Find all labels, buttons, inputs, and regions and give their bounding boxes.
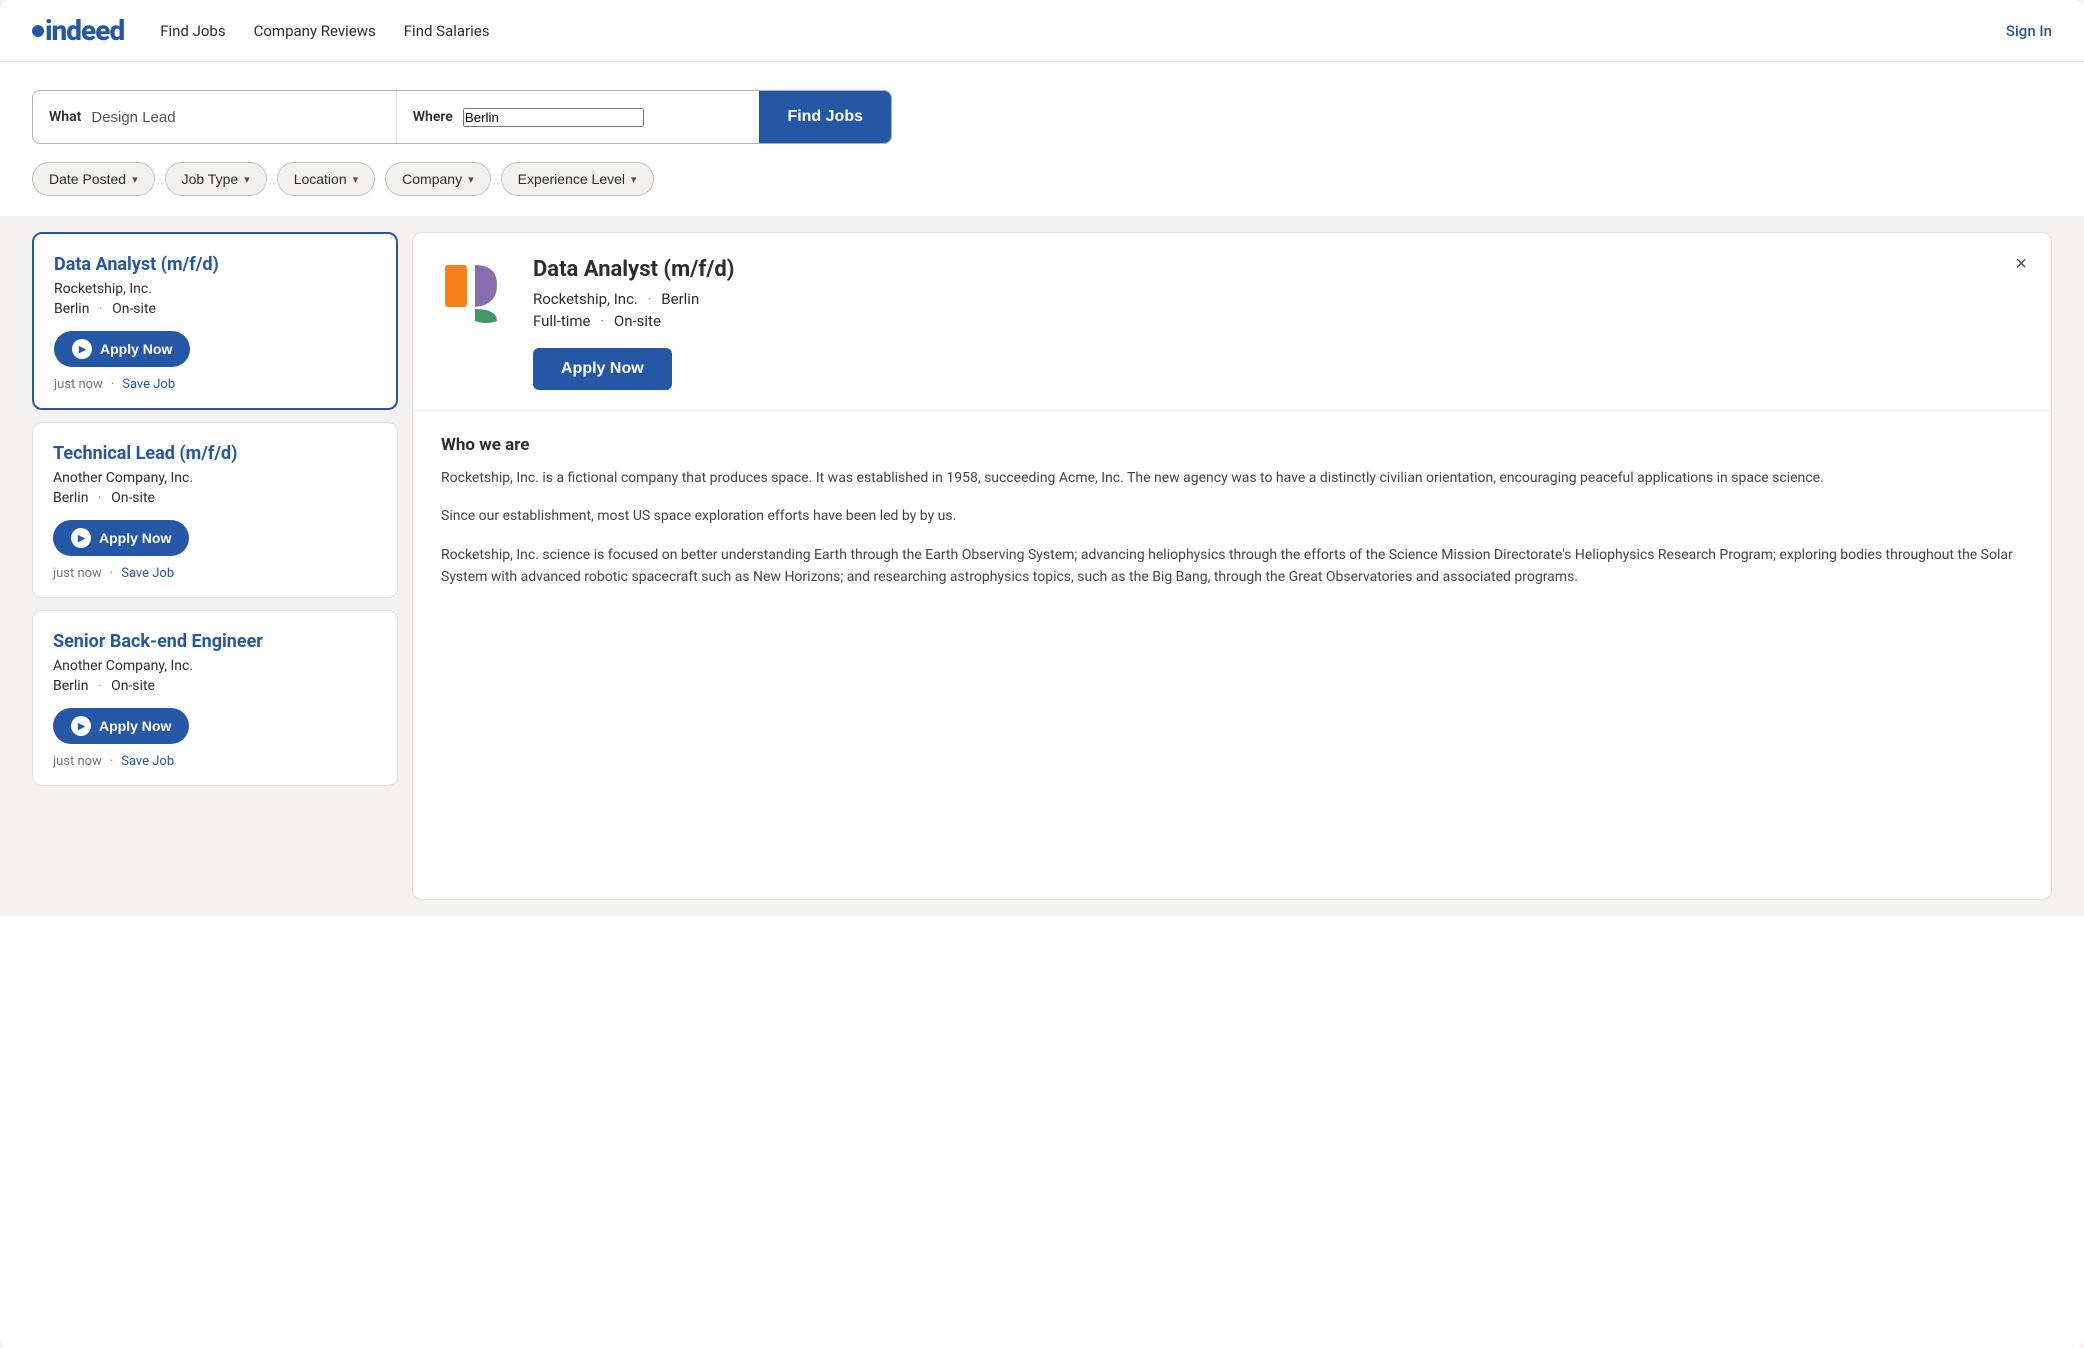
- job-card-1[interactable]: Data Analyst (m/f/d) Rocketship, Inc. Be…: [32, 232, 398, 410]
- job-location-2: Berlin · On-site: [53, 490, 377, 506]
- job-meta-1: just now · Save Job: [54, 377, 376, 392]
- main-nav: Find Jobs Company Reviews Find Salaries: [160, 18, 2006, 44]
- filter-location[interactable]: Location ▾: [277, 162, 375, 196]
- search-section: What Where Find Jobs: [0, 62, 2084, 162]
- job-location-3: Berlin · On-site: [53, 678, 377, 694]
- filters-bar: Date Posted ▾ Job Type ▾ Location ▾ Comp…: [0, 162, 2084, 216]
- apply-icon-1: [72, 339, 92, 359]
- header: indeed Find Jobs Company Reviews Find Sa…: [0, 0, 2084, 62]
- job-detail-panel: Data Analyst (m/f/d) Rocketship, Inc. · …: [412, 232, 2052, 900]
- what-field: What: [33, 91, 397, 143]
- company-logo: [441, 257, 513, 329]
- job-worktype-3: On-site: [111, 678, 155, 694]
- chevron-down-icon: ▾: [244, 173, 250, 186]
- detail-header: Data Analyst (m/f/d) Rocketship, Inc. · …: [413, 233, 2051, 411]
- filter-company[interactable]: Company ▾: [385, 162, 490, 196]
- job-posted-1: just now: [54, 377, 103, 392]
- separator: ·: [98, 490, 102, 506]
- location-input[interactable]: [463, 108, 644, 127]
- apply-now-button-2[interactable]: Apply Now: [53, 520, 189, 556]
- filter-date-posted-label: Date Posted: [49, 171, 126, 187]
- search-input[interactable]: [91, 109, 379, 126]
- filter-date-posted[interactable]: Date Posted ▾: [32, 162, 155, 196]
- apply-label-3: Apply Now: [99, 718, 171, 734]
- job-location-text-3: Berlin: [53, 678, 88, 694]
- job-title-2: Technical Lead (m/f/d): [53, 443, 377, 464]
- main-content: Data Analyst (m/f/d) Rocketship, Inc. Be…: [0, 216, 2084, 916]
- filter-experience-level[interactable]: Experience Level ▾: [501, 162, 654, 196]
- apply-now-button-3[interactable]: Apply Now: [53, 708, 189, 744]
- filter-location-label: Location: [294, 171, 347, 187]
- nav-find-jobs[interactable]: Find Jobs: [160, 18, 225, 44]
- who-we-are-paragraph-3: Rocketship, Inc. science is focused on b…: [441, 544, 2023, 589]
- find-jobs-button[interactable]: Find Jobs: [759, 91, 891, 143]
- job-company-3: Another Company, Inc.: [53, 658, 377, 674]
- detail-body: Who we are Rocketship, Inc. is a fiction…: [413, 411, 2051, 899]
- job-company-1: Rocketship, Inc.: [54, 281, 376, 297]
- job-list: Data Analyst (m/f/d) Rocketship, Inc. Be…: [32, 232, 412, 900]
- indeed-logo[interactable]: indeed: [32, 14, 124, 47]
- job-company-2: Another Company, Inc.: [53, 470, 377, 486]
- detail-title-block: Data Analyst (m/f/d) Rocketship, Inc. · …: [533, 257, 2023, 390]
- job-posted-3: just now: [53, 754, 102, 769]
- what-label: What: [49, 109, 81, 125]
- detail-job-type: Full-time: [533, 312, 591, 330]
- meta-sep-3: ·: [110, 754, 113, 769]
- chevron-down-icon: ▾: [353, 173, 359, 186]
- apply-label-1: Apply Now: [100, 341, 172, 357]
- detail-job-title: Data Analyst (m/f/d): [533, 257, 2023, 282]
- where-field: Where: [397, 91, 760, 143]
- chevron-down-icon: ▾: [631, 173, 637, 186]
- apply-label-2: Apply Now: [99, 530, 171, 546]
- separator: ·: [98, 678, 102, 694]
- job-location-1: Berlin · On-site: [54, 301, 376, 317]
- detail-company: Rocketship, Inc.: [533, 290, 638, 308]
- sign-in-link[interactable]: Sign In: [2006, 22, 2052, 40]
- save-job-link-1[interactable]: Save Job: [122, 377, 175, 392]
- where-label: Where: [413, 109, 453, 125]
- job-meta-3: just now · Save Job: [53, 754, 377, 769]
- job-location-text-2: Berlin: [53, 490, 88, 506]
- apply-icon-2: [71, 528, 91, 548]
- job-location-text-1: Berlin: [54, 301, 89, 317]
- detail-work-type: On-site: [614, 312, 661, 330]
- nav-company-reviews[interactable]: Company Reviews: [254, 18, 376, 44]
- who-we-are-paragraph-1: Rocketship, Inc. is a fictional company …: [441, 467, 2023, 489]
- filter-experience-level-label: Experience Level: [518, 171, 625, 187]
- job-meta-2: just now · Save Job: [53, 566, 377, 581]
- job-posted-2: just now: [53, 566, 102, 581]
- job-card-2[interactable]: Technical Lead (m/f/d) Another Company, …: [32, 422, 398, 598]
- filter-job-type[interactable]: Job Type ▾: [165, 162, 267, 196]
- who-we-are-paragraph-2: Since our establishment, most US space e…: [441, 505, 2023, 527]
- detail-apply-button[interactable]: Apply Now: [533, 348, 672, 390]
- who-we-are-title: Who we are: [441, 435, 2023, 455]
- detail-company-location: Rocketship, Inc. · Berlin: [533, 290, 2023, 308]
- separator: ·: [99, 301, 103, 317]
- job-card-3[interactable]: Senior Back-end Engineer Another Company…: [32, 610, 398, 786]
- detail-employment-type: Full-time · On-site: [533, 312, 2023, 330]
- job-worktype-2: On-site: [111, 490, 155, 506]
- apply-icon-3: [71, 716, 91, 736]
- job-title-3: Senior Back-end Engineer: [53, 631, 377, 652]
- save-job-link-3[interactable]: Save Job: [121, 754, 174, 769]
- job-worktype-1: On-site: [112, 301, 156, 317]
- chevron-down-icon: ▾: [132, 173, 138, 186]
- filter-job-type-label: Job Type: [182, 171, 239, 187]
- meta-sep-2: ·: [110, 566, 113, 581]
- save-job-link-2[interactable]: Save Job: [121, 566, 174, 581]
- search-bar: What Where Find Jobs: [32, 90, 892, 144]
- chevron-down-icon: ▾: [468, 173, 474, 186]
- job-title-1: Data Analyst (m/f/d): [54, 254, 376, 275]
- filter-company-label: Company: [402, 171, 462, 187]
- close-button[interactable]: ×: [2007, 249, 2035, 280]
- nav-find-salaries[interactable]: Find Salaries: [404, 18, 490, 44]
- apply-now-button-1[interactable]: Apply Now: [54, 331, 190, 367]
- detail-location: Berlin: [661, 290, 699, 308]
- meta-sep-1: ·: [111, 377, 114, 392]
